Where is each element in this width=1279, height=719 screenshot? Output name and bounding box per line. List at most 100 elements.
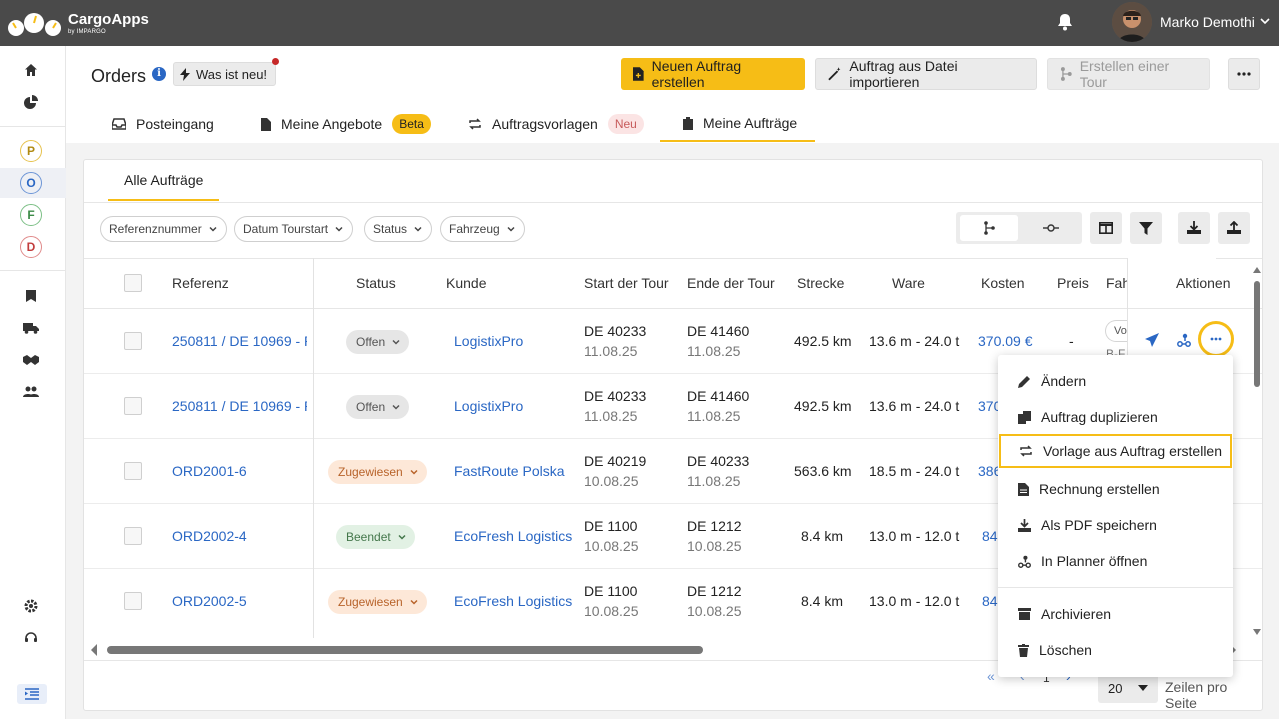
customer-link[interactable]: FastRoute Polska (454, 463, 565, 479)
sidebar-item-f[interactable]: F (20, 204, 42, 226)
more-actions-button[interactable] (1228, 58, 1260, 90)
order-reference[interactable]: ORD2001-6 (172, 463, 307, 479)
start-loc: DE 40219 (584, 453, 647, 469)
app-by: by IMPARGO (68, 28, 106, 35)
status-badge[interactable]: Zugewiesen (328, 590, 427, 614)
col-start[interactable]: Start der Tour (584, 275, 669, 291)
col-kunde[interactable]: Kunde (446, 275, 486, 291)
order-reference[interactable]: 250811 / DE 10969 - Pl (172, 398, 307, 414)
inbox-icon (112, 118, 126, 130)
truck-icon[interactable] (23, 320, 39, 336)
vehicle-chip[interactable]: Vo (1105, 320, 1127, 342)
tab-auftragsvorlagen[interactable]: Auftragsvorlagen Neu (468, 106, 644, 142)
status-badge[interactable]: Offen (346, 395, 410, 419)
menu-item-vorlage-erstellen[interactable]: Vorlage aus Auftrag erstellen (999, 434, 1232, 468)
import-order-button[interactable]: Auftrag aus Datei importieren (815, 58, 1037, 90)
menu-item-rechnung[interactable]: Rechnung erstellen (998, 472, 1233, 506)
customer-link[interactable]: EcoFresh Logistics (454, 528, 572, 544)
cargoapps-logo[interactable] (6, 8, 62, 38)
menu-item-loeschen[interactable]: Löschen (998, 633, 1233, 667)
col-kosten[interactable]: Kosten (981, 275, 1025, 291)
bell-icon[interactable] (1057, 13, 1073, 31)
filter-status[interactable]: Status (364, 216, 433, 242)
collapse-sidebar-button[interactable] (17, 684, 47, 704)
order-reference[interactable]: 250811 / DE 10969 - Pl (172, 333, 307, 349)
col-ende[interactable]: Ende der Tour (687, 275, 775, 291)
customer-link[interactable]: LogistixPro (454, 398, 523, 414)
sidebar-item-p[interactable]: P (20, 140, 42, 162)
page-size-select[interactable]: 20 (1098, 673, 1158, 703)
menu-item-planner[interactable]: In Planner öffnen (998, 544, 1233, 578)
select-all-checkbox[interactable] (124, 274, 142, 292)
filter-fahrzeug-label: Fahrzeug (449, 222, 500, 236)
tab-alle-auftraege[interactable]: Alle Aufträge (108, 160, 220, 201)
row-actions-button[interactable] (1198, 321, 1234, 357)
menu-item-duplizieren[interactable]: Auftrag duplizieren (998, 400, 1233, 434)
customer-link[interactable]: EcoFresh Logistics (454, 593, 572, 609)
page-header: Orders i Was ist neu! Neuen Auftrag erst… (66, 46, 1279, 143)
filter-button[interactable] (1130, 212, 1162, 244)
users-icon[interactable] (23, 384, 39, 400)
menu-item-aendern[interactable]: Ändern (998, 364, 1233, 398)
gear-icon[interactable] (23, 598, 39, 614)
whats-new-button[interactable]: Was ist neu! (173, 58, 280, 86)
pie-chart-icon[interactable] (23, 94, 39, 110)
row-checkbox[interactable] (124, 332, 142, 350)
stop-view-button[interactable] (1022, 215, 1080, 241)
handshake-icon[interactable] (23, 352, 39, 368)
customer-link[interactable]: LogistixPro (454, 333, 523, 349)
status-badge[interactable]: Zugewiesen (328, 460, 427, 484)
whats-new-label: Was ist neu! (196, 66, 268, 82)
create-order-button[interactable]: Neuen Auftrag erstellen (621, 58, 805, 90)
headset-icon[interactable] (23, 630, 39, 646)
create-tour-button[interactable]: Erstellen einer Tour (1047, 58, 1210, 90)
status-badge[interactable]: Beendet (336, 525, 415, 549)
status-badge[interactable]: Offen (346, 330, 410, 354)
tab-meine-angebote-label: Meine Angebote (281, 116, 383, 132)
columns-button[interactable] (1090, 212, 1122, 244)
download-button[interactable] (1178, 212, 1210, 244)
info-icon[interactable]: i (152, 67, 166, 81)
filter-datum-tourstart[interactable]: Datum Tourstart (234, 216, 354, 242)
col-referenz[interactable]: Referenz (172, 275, 229, 291)
row-checkbox[interactable] (124, 592, 142, 610)
sidebar-item-o[interactable]: O (20, 172, 42, 194)
col-status[interactable]: Status (356, 275, 396, 291)
distance: 8.4 km (801, 528, 844, 544)
menu-item-pdf[interactable]: Als PDF speichern (998, 508, 1233, 542)
home-icon[interactable] (23, 62, 39, 78)
menu-item-archivieren[interactable]: Archivieren (998, 597, 1233, 631)
sidebar-item-d[interactable]: D (20, 236, 42, 258)
upload-button[interactable] (1218, 212, 1250, 244)
end-date: 11.08.25 (687, 473, 741, 489)
first-page-button[interactable]: « (987, 668, 995, 684)
user-name[interactable]: Marko Demothi (1160, 14, 1255, 30)
send-icon[interactable] (1145, 333, 1159, 350)
row-checkbox[interactable] (124, 527, 142, 545)
bookmark-icon[interactable] (23, 288, 39, 304)
page-title: Orders (91, 66, 147, 86)
filter-fahrzeug[interactable]: Fahrzeug (440, 216, 525, 242)
chevron-down-icon (392, 339, 400, 345)
route-icon[interactable] (1177, 333, 1191, 350)
order-reference[interactable]: ORD2002-5 (172, 593, 307, 609)
start-loc: DE 40233 (584, 388, 647, 404)
tab-meine-auftraege[interactable]: Meine Aufträge (660, 106, 815, 142)
start-loc: DE 1100 (584, 583, 638, 599)
avatar[interactable] (1112, 2, 1152, 42)
row-checkbox[interactable] (124, 397, 142, 415)
tab-meine-angebote[interactable]: Meine Angebote Beta (261, 106, 431, 142)
col-preis[interactable]: Preis (1057, 275, 1089, 291)
chevron-down-icon[interactable] (1259, 15, 1271, 27)
chevron-down-icon (414, 226, 422, 232)
filter-referenznummer[interactable]: Referenznummer (100, 216, 227, 242)
cost-link[interactable]: 370.09 € (978, 333, 1033, 349)
row-checkbox[interactable] (124, 462, 142, 480)
vertical-scrollbar[interactable] (1252, 265, 1262, 635)
tour-view-button[interactable] (960, 215, 1018, 241)
col-strecke[interactable]: Strecke (797, 275, 844, 291)
tab-posteingang[interactable]: Posteingang (112, 106, 214, 142)
order-reference[interactable]: ORD2002-4 (172, 528, 307, 544)
menu-item-label: Auftrag duplizieren (1041, 409, 1158, 425)
col-ware[interactable]: Ware (892, 275, 925, 291)
